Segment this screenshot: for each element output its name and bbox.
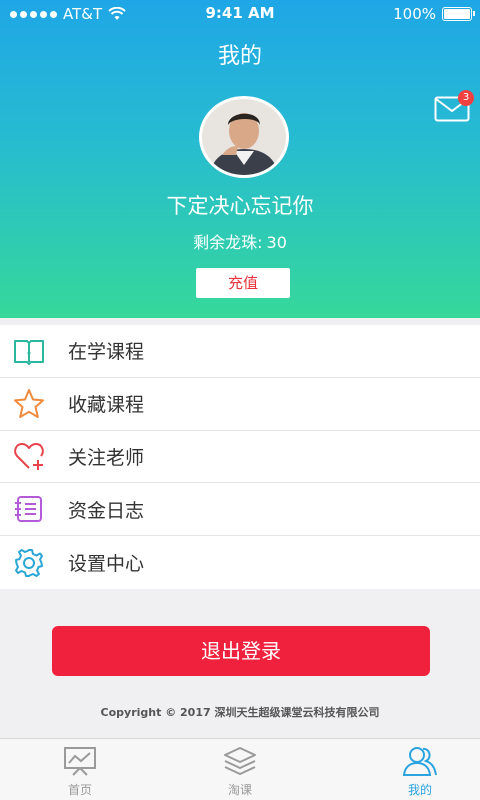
menu-label: 资金日志 bbox=[68, 499, 145, 522]
avatar[interactable] bbox=[199, 96, 289, 178]
logout-button[interactable]: 退出登录 bbox=[52, 626, 430, 676]
star-icon bbox=[14, 388, 44, 418]
coin-balance: 剩余龙珠: 30 bbox=[0, 229, 480, 253]
ledger-icon bbox=[15, 496, 42, 523]
battery-percent: 100% bbox=[393, 5, 436, 23]
menu-label: 关注老师 bbox=[68, 446, 145, 469]
user-name: 下定决心忘记你 bbox=[166, 194, 314, 218]
layers-icon bbox=[224, 747, 256, 775]
menu-label: 设置中心 bbox=[68, 553, 145, 576]
copyright-text: Copyright © 2017 深圳天生超级课堂云科技有限公司 bbox=[100, 706, 380, 719]
menu-label: 在学课程 bbox=[68, 341, 145, 364]
coin-value: 30 bbox=[266, 233, 287, 252]
tab-label: 首页 bbox=[67, 783, 92, 797]
menu-item-favorites[interactable]: 收藏课程 bbox=[0, 378, 480, 431]
tab-label: 我的 bbox=[407, 783, 432, 797]
tab-courses[interactable]: 淘课 bbox=[160, 739, 320, 800]
coin-label: 剩余龙珠: bbox=[193, 233, 263, 252]
page-title: 我的 bbox=[217, 44, 262, 69]
tab-home[interactable]: 首页 bbox=[0, 739, 160, 800]
chart-board-icon bbox=[64, 747, 96, 776]
profile-header: AT&T 9:41 AM 100% 我的 3 下定决心忘记你 剩余龙珠: 30 … bbox=[0, 0, 480, 318]
avatar-photo bbox=[202, 99, 286, 175]
tab-label: 淘课 bbox=[227, 783, 252, 797]
tab-mine[interactable]: 我的 bbox=[340, 739, 480, 800]
menu-item-learning[interactable]: 在学课程 bbox=[0, 325, 480, 378]
menu-label: 收藏课程 bbox=[68, 394, 145, 417]
gear-icon bbox=[15, 548, 43, 577]
recharge-button[interactable]: 充值 bbox=[196, 268, 290, 298]
users-icon bbox=[402, 747, 437, 776]
tab-bar: 首页 淘课 我的 bbox=[0, 738, 480, 800]
menu-item-followed-teachers[interactable]: 关注老师 bbox=[0, 431, 480, 484]
status-bar: AT&T 9:41 AM 100% bbox=[0, 0, 480, 28]
open-book-icon bbox=[14, 339, 44, 365]
heart-plus-icon bbox=[14, 443, 44, 471]
status-right: 100% bbox=[393, 5, 475, 23]
menu-item-settings[interactable]: 设置中心 bbox=[0, 536, 480, 589]
unread-badge: 3 bbox=[458, 90, 474, 106]
menu-item-fund-log[interactable]: 资金日志 bbox=[0, 483, 480, 537]
profile-menu: 在学课程 收藏课程 关注老师 资金日志 设置中心 bbox=[0, 325, 480, 589]
battery-icon bbox=[442, 7, 475, 21]
